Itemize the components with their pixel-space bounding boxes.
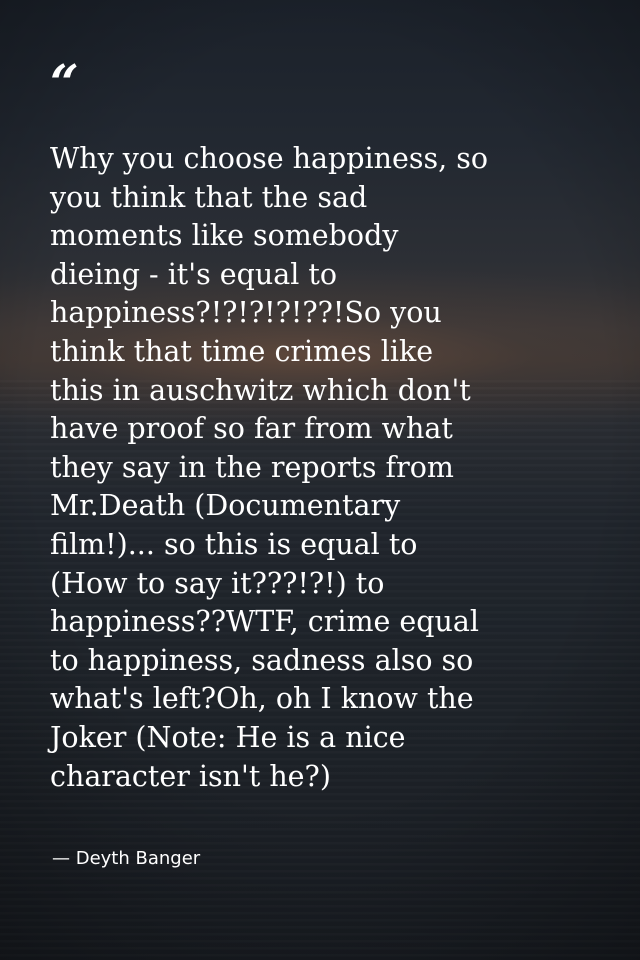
quote-mark-icon: “ [50,53,79,112]
quote-line: Joker (Note: He is a nice [50,720,406,754]
quote-text: Why you choose happiness, so you think t… [50,140,610,796]
quote-line: Why you choose happiness, so [50,142,488,175]
quote-line: have proof so far from what [50,412,453,446]
quote-line: dieing - it's equal to [50,257,338,291]
quote-line: what's left?Oh, oh I know the [50,682,474,716]
quote-line: think that time crimes like [50,334,434,368]
quote-line: happiness??WTF, crime equal [50,605,479,639]
quote-line: moments like somebody [50,219,399,253]
quote-author: — Deyth Banger [52,848,201,869]
quote-line: film!)... so this is equal to [50,527,418,561]
quote-line: character isn't he?) [50,759,331,793]
quote-line: this in auschwitz which don't [50,373,471,407]
quote-line: you think that the sad [50,180,368,214]
quote-line: happiness?!?!?!?!??!So you [50,296,442,330]
quote-line: they say in the reports from [50,450,454,484]
quote-line: to happiness, sadness also so [50,643,474,677]
quote-line: Mr.Death (Documentary [50,489,401,523]
quote-line: (How to say it???!?!) to [50,566,385,600]
